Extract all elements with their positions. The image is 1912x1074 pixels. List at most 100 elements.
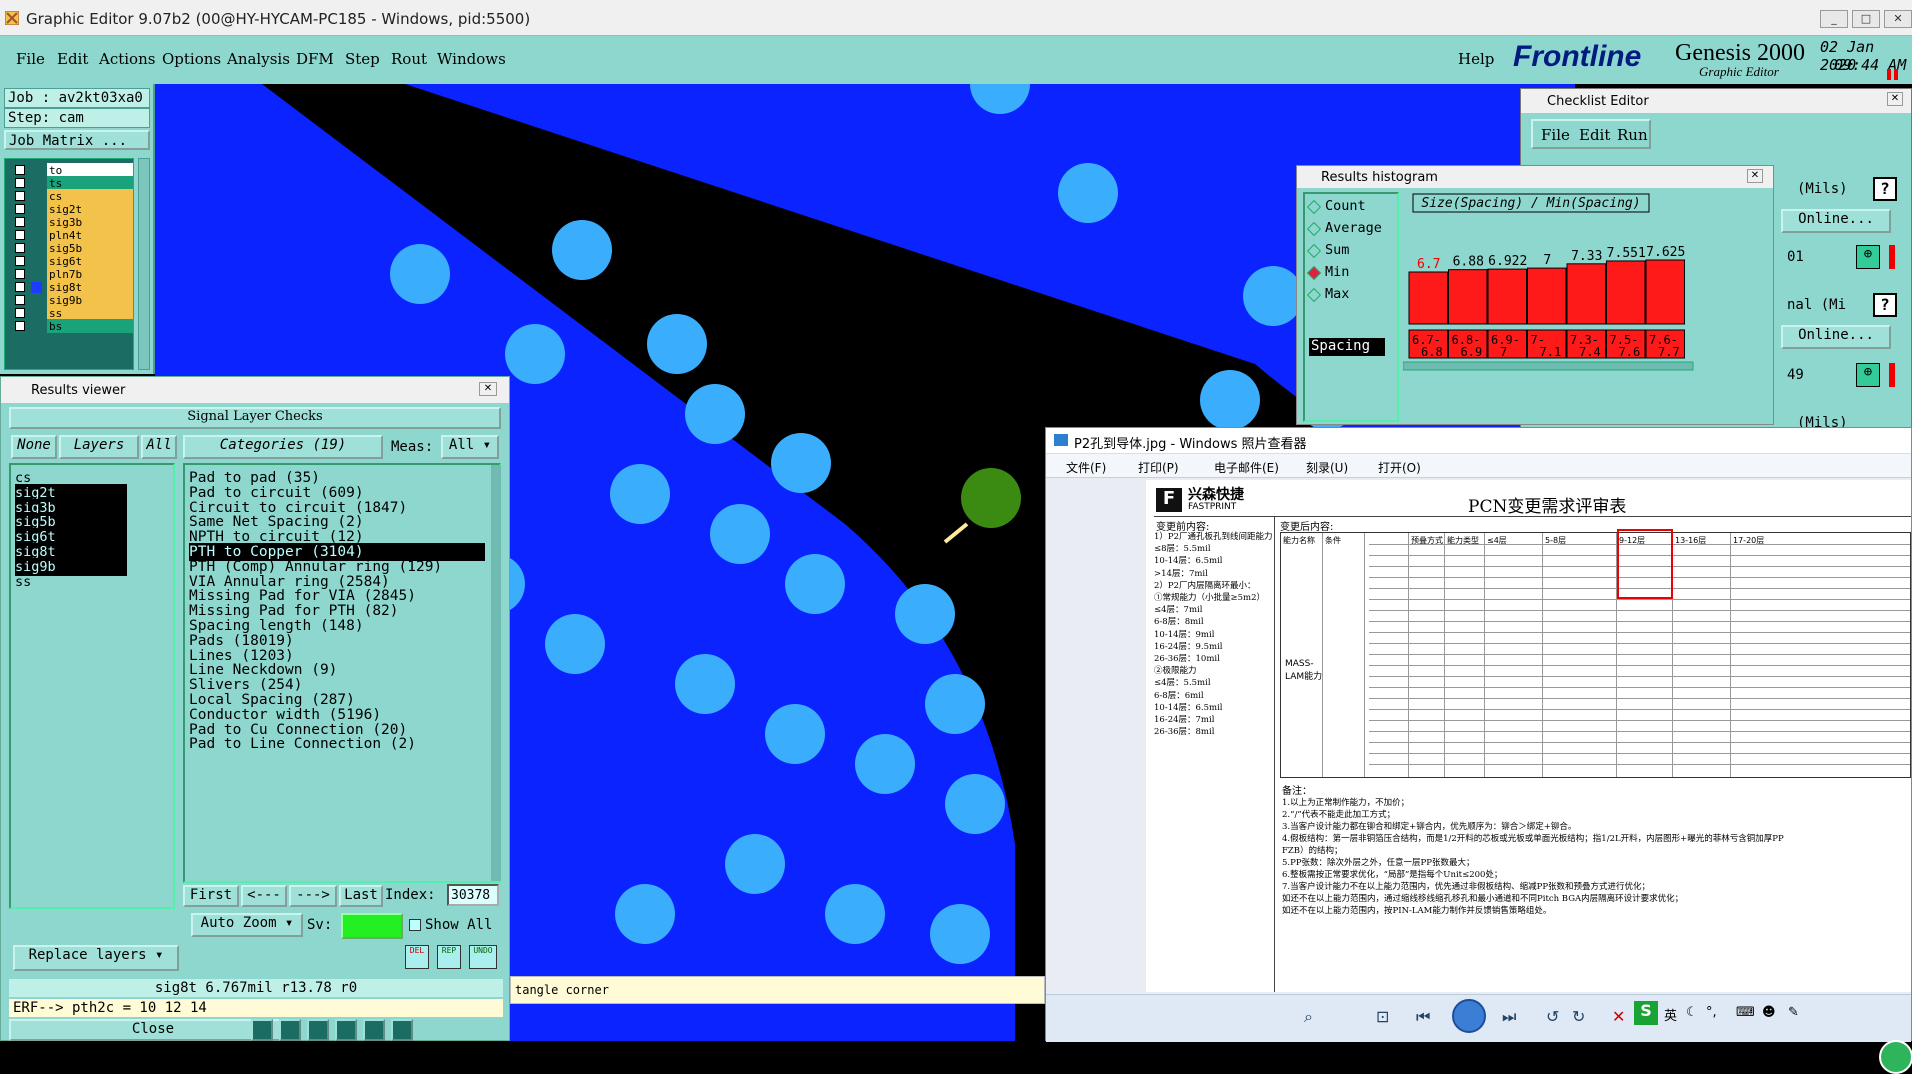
menu-analysis[interactable]: Analysis (227, 50, 290, 68)
layer-results-list[interactable]: cs sig2t sig3b sig5b sig6t sig8t sig9b ss (9, 463, 175, 909)
histogram-option[interactable]: Average (1325, 220, 1382, 236)
input-method-icon[interactable]: S (1634, 1001, 1658, 1025)
layer-checkbox[interactable] (15, 230, 25, 240)
layer-row[interactable]: bs (11, 319, 133, 334)
report-tool-icon[interactable] (335, 1019, 357, 1041)
checklist-menu-edit[interactable]: Edit (1579, 126, 1610, 144)
layer-checkbox[interactable] (15, 204, 25, 214)
option-radio-icon[interactable] (1306, 199, 1322, 215)
filter-tool-icon[interactable] (307, 1019, 329, 1041)
option-radio-icon[interactable] (1306, 287, 1322, 303)
option-radio-icon[interactable] (1306, 243, 1322, 259)
pv-menu-email[interactable]: 电子邮件(E) (1214, 459, 1279, 476)
layer-checkbox[interactable] (15, 269, 25, 279)
layer-checkbox[interactable] (15, 191, 25, 201)
actual-size-icon[interactable]: ⊡ (1376, 1007, 1389, 1026)
menu-windows[interactable]: Windows (437, 50, 506, 68)
result-layer-item[interactable]: ss (15, 573, 127, 591)
close-icon[interactable]: ✕ (1747, 169, 1763, 183)
rotate-right-icon[interactable]: ↻ (1572, 1007, 1585, 1026)
repeat-icon[interactable]: REP (437, 945, 461, 969)
checklist-menu-file[interactable]: File (1541, 126, 1570, 144)
layer-checkbox[interactable] (15, 165, 25, 175)
close-icon[interactable]: ✕ (1887, 92, 1903, 106)
histogram-bar[interactable] (1487, 268, 1527, 325)
next-icon[interactable]: ⏭ (1502, 1007, 1516, 1027)
close-icon[interactable]: ✕ (479, 382, 497, 396)
delete-icon[interactable]: DEL (405, 945, 429, 969)
histogram-option[interactable]: Max (1325, 286, 1349, 302)
category-item[interactable]: Pad to Line Connection (2) (189, 735, 485, 753)
menu-options[interactable]: Options (162, 50, 221, 68)
layer-tool-icon[interactable] (251, 1019, 273, 1041)
undo-icon[interactable]: UNDO (469, 945, 497, 969)
index-input[interactable] (447, 884, 499, 906)
categories-scrollbar[interactable] (491, 465, 501, 881)
histogram-scrollbar[interactable] (1403, 361, 1694, 371)
pv-menu-burn[interactable]: 刻录(U) (1306, 459, 1348, 476)
help-icon[interactable]: ? (1873, 293, 1897, 317)
menu-rout[interactable]: Rout (391, 50, 427, 68)
close-window-button[interactable]: ✕ (1884, 10, 1912, 28)
layers-button[interactable]: Layers (59, 435, 139, 459)
pv-menu-print[interactable]: 打印(P) (1138, 459, 1179, 476)
histogram-option[interactable]: Sum (1325, 242, 1349, 258)
rotate-left-icon[interactable]: ↺ (1546, 1007, 1559, 1026)
histogram-bar[interactable] (1606, 260, 1646, 325)
pv-menu-file[interactable]: 文件(F) (1066, 459, 1106, 476)
graph-tool-icon[interactable] (279, 1019, 301, 1041)
layer-checkbox[interactable] (15, 321, 25, 331)
layer-checkbox[interactable] (15, 178, 25, 188)
minimize-button[interactable]: _ (1820, 10, 1848, 28)
layer-checkbox[interactable] (15, 308, 25, 318)
keyboard-icon[interactable]: ⌨ (1736, 1005, 1755, 1020)
zoom-icon[interactable]: ⊕ (1856, 363, 1880, 387)
none-button[interactable]: None (11, 435, 57, 459)
highlighted-pad[interactable] (961, 468, 1021, 528)
layer-checkbox[interactable] (15, 243, 25, 253)
layer-checkbox[interactable] (15, 282, 25, 292)
help-icon[interactable]: ? (1873, 177, 1897, 201)
histogram-bar[interactable] (1408, 271, 1448, 325)
menu-edit[interactable]: Edit (57, 50, 88, 68)
menu-dfm[interactable]: DFM (296, 50, 334, 68)
first-button[interactable]: First (183, 885, 239, 907)
replace-layers-select[interactable]: Replace layers ▾ (13, 945, 179, 971)
histogram-bar[interactable] (1566, 263, 1606, 325)
document-tool-icon[interactable] (363, 1019, 385, 1041)
floating-badge-icon[interactable] (1879, 1040, 1912, 1074)
menu-help[interactable]: Help (1458, 50, 1494, 68)
option-radio-icon[interactable] (1306, 221, 1322, 237)
show-all-checkbox[interactable] (409, 919, 421, 931)
menu-actions[interactable]: Actions (99, 50, 155, 68)
zoom-icon[interactable]: ⌕ (1304, 1007, 1313, 1027)
categories-button[interactable]: Categories (19) (183, 435, 383, 459)
menu-step[interactable]: Step (345, 50, 380, 68)
layer-checkbox[interactable] (15, 256, 25, 266)
pv-menu-open[interactable]: 打开(O) (1378, 459, 1421, 476)
previous-icon[interactable]: ⏮ (1416, 1007, 1430, 1027)
option-radio-icon[interactable] (1306, 265, 1322, 281)
moon-icon[interactable]: ☾ (1686, 1005, 1698, 1020)
layer-checkbox[interactable] (15, 295, 25, 305)
histogram-option[interactable]: Count (1325, 198, 1366, 214)
delete-icon[interactable]: ✕ (1612, 1007, 1625, 1026)
online-button-2[interactable]: Online... (1781, 325, 1891, 349)
histogram-bar[interactable] (1527, 267, 1567, 325)
slideshow-icon[interactable] (1452, 999, 1486, 1033)
layer-checkbox[interactable] (15, 217, 25, 227)
chart-tool-icon[interactable] (391, 1019, 413, 1041)
sv-color-select[interactable] (341, 913, 403, 939)
layer-scrollbar[interactable] (138, 158, 150, 370)
histogram-option[interactable]: Min (1325, 264, 1349, 280)
last-button[interactable]: Last (339, 885, 383, 907)
histogram-bar[interactable] (1448, 269, 1488, 325)
spacing-selector[interactable]: Spacing (1309, 338, 1385, 356)
job-matrix-button[interactable]: Job Matrix ... (4, 130, 150, 150)
checklist-menu-run[interactable]: Run (1617, 126, 1648, 144)
wrench-icon[interactable]: ✎ (1788, 1005, 1799, 1020)
punctuation-icon[interactable]: °, (1706, 1005, 1717, 1020)
user-icon[interactable]: ☻ (1762, 1005, 1776, 1020)
maximize-button[interactable]: □ (1852, 10, 1880, 28)
zoom-icon[interactable]: ⊕ (1856, 245, 1880, 269)
